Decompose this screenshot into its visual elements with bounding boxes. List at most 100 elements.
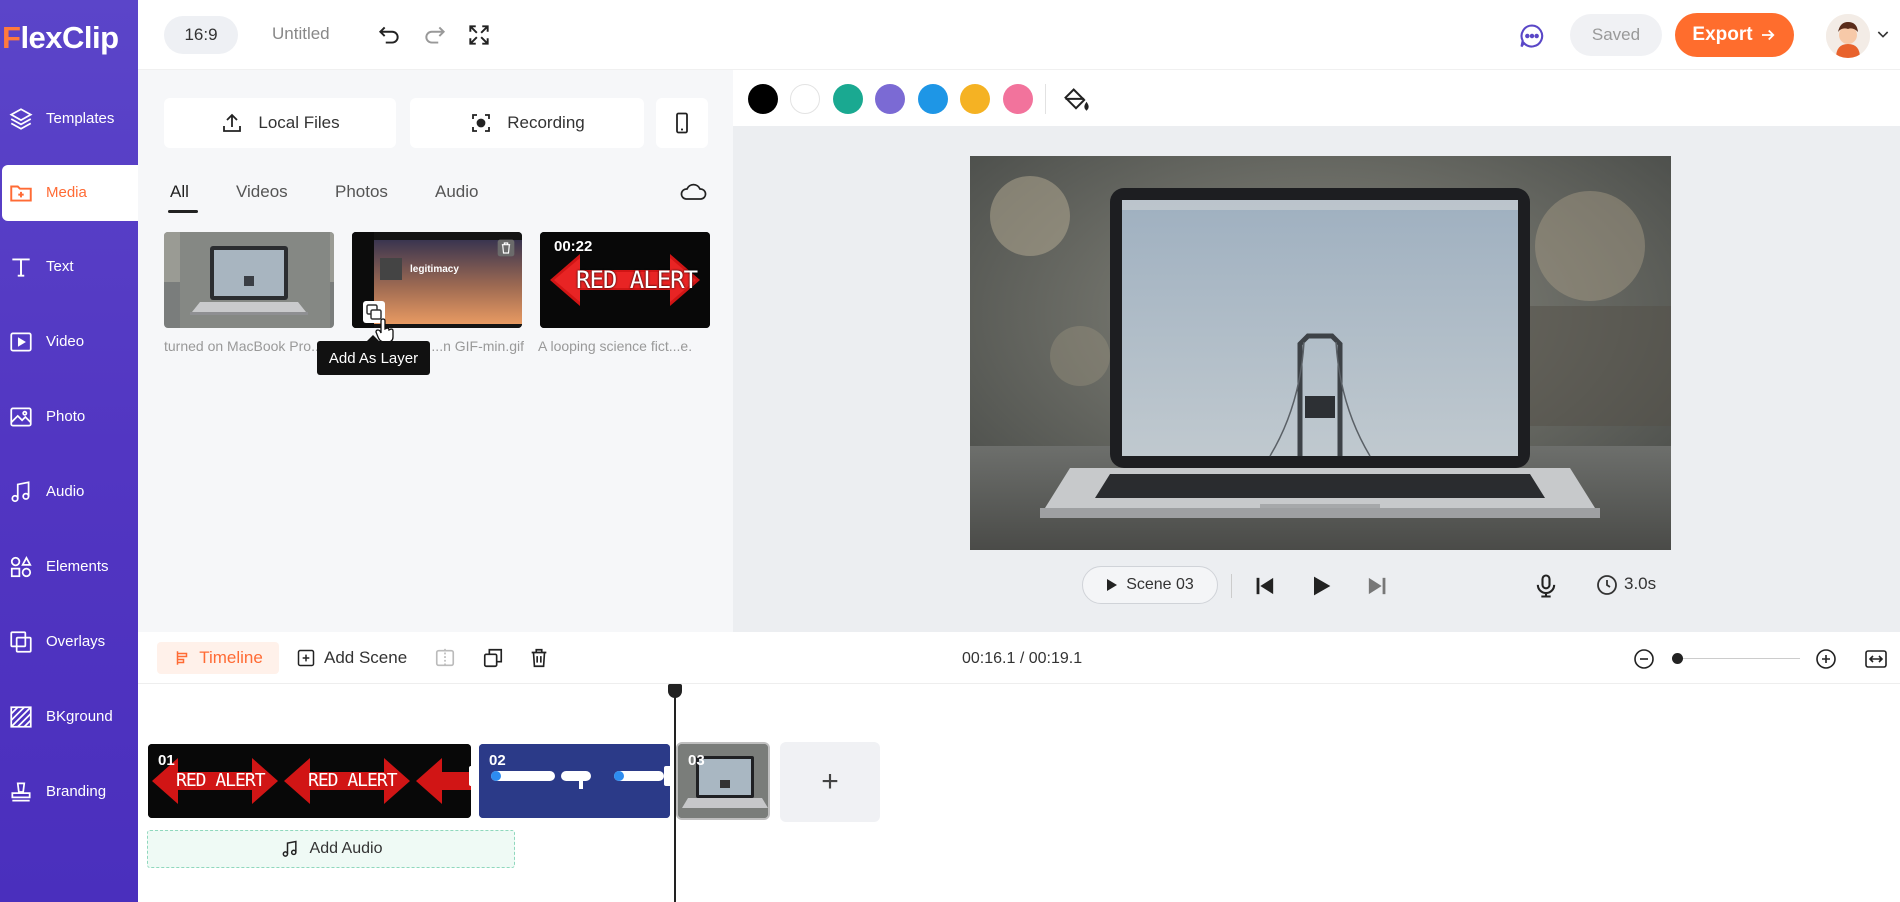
local-files-label: Local Files [258, 113, 340, 132]
sidebar-item-text[interactable]: Text [0, 239, 138, 295]
layers-icon [9, 108, 33, 130]
color-swatch-white[interactable] [790, 84, 820, 114]
undo-icon[interactable] [376, 22, 402, 48]
tab-audio[interactable]: Audio [435, 182, 478, 202]
clip-number: 01 [158, 752, 175, 769]
timeline-clip-03[interactable]: 03 [676, 742, 770, 820]
sidebar-item-label: Audio [46, 483, 85, 500]
sidebar-item-video[interactable]: Video [0, 314, 138, 370]
zoom-slider-handle[interactable] [1672, 653, 1683, 664]
redo-icon[interactable] [422, 22, 448, 48]
add-clip-button[interactable]: + [780, 742, 880, 822]
phone-icon [676, 112, 688, 134]
video-preview[interactable] [970, 156, 1671, 550]
chat-icon[interactable] [1518, 22, 1546, 50]
zoom-slider-track[interactable] [1674, 658, 1800, 659]
sidebar-item-branding[interactable]: Branding [0, 764, 138, 820]
clip-number: 02 [489, 752, 506, 769]
skip-back-icon[interactable] [1251, 572, 1279, 600]
divider [1045, 84, 1046, 114]
timeline-clip-02[interactable]: 02 [479, 744, 670, 818]
sidebar-item-elements[interactable]: Elements [0, 539, 138, 595]
sidebar-item-audio[interactable]: Audio [0, 464, 138, 520]
text-icon [12, 258, 30, 277]
duration-badge: 00:22 [554, 238, 593, 255]
media-item-red-alert[interactable]: 00:22 RED ALERT [540, 232, 710, 328]
flexclip-logo[interactable]: FlexClip [2, 20, 119, 56]
playhead-handle[interactable] [668, 684, 682, 698]
color-swatch-teal[interactable] [833, 84, 863, 114]
scene-play-button[interactable]: Scene 03 [1082, 566, 1218, 604]
sidebar-item-overlays[interactable]: Overlays [0, 614, 138, 670]
macbook-thumbnail [164, 232, 334, 328]
microphone-icon[interactable] [1532, 572, 1560, 600]
timeline-clip-01[interactable]: 01 RED ALERT RED ALERT [148, 744, 471, 818]
trash-icon[interactable] [496, 238, 516, 258]
add-scene-icon [297, 649, 315, 667]
clip-trim-handle[interactable] [469, 766, 479, 786]
color-swatch-purple[interactable] [875, 84, 905, 114]
arrow-right-icon [1761, 29, 1775, 41]
color-swatch-pink[interactable] [1003, 84, 1033, 114]
project-title[interactable]: Untitled [272, 24, 330, 44]
canvas-area: Scene 03 3.0s [733, 126, 1900, 632]
fit-width-icon[interactable] [1864, 647, 1888, 671]
add-scene-button[interactable]: Add Scene [296, 648, 407, 668]
top-toolbar: 16:9 Untitled Saved Export [138, 0, 1900, 70]
tab-videos[interactable]: Videos [236, 182, 288, 202]
local-files-button[interactable]: Local Files [164, 98, 396, 148]
active-tab-indicator [168, 210, 198, 213]
avatar[interactable] [1826, 14, 1870, 58]
split-icon[interactable] [434, 647, 456, 669]
add-scene-label: Add Scene [324, 648, 408, 667]
music-note-icon [282, 840, 297, 857]
media-item-macbook[interactable] [164, 232, 334, 328]
record-icon [472, 114, 491, 132]
color-swatch-blue[interactable] [918, 84, 948, 114]
timeline-track: 01 RED ALERT RED ALERT 02 03 + Add Audio [138, 684, 1900, 902]
tab-photos[interactable]: Photos [335, 182, 388, 202]
time-display: 00:16.1 / 00:19.1 [962, 650, 1083, 667]
clip-text: RED ALERT [308, 770, 398, 791]
recording-button[interactable]: Recording [410, 98, 644, 148]
playhead[interactable] [674, 684, 676, 902]
fullscreen-icon[interactable] [466, 22, 492, 48]
clock-icon [1597, 575, 1617, 595]
scene-duration[interactable]: 3.0s [1624, 574, 1656, 594]
add-audio-button[interactable]: Add Audio [147, 830, 515, 868]
timeline-button[interactable]: Timeline [157, 642, 279, 674]
scene-label: Scene 03 [1126, 576, 1194, 593]
paint-bucket-icon[interactable] [1062, 86, 1090, 114]
color-toolbar [738, 70, 1900, 126]
skip-forward-icon[interactable] [1363, 572, 1391, 600]
zoom-in-icon[interactable] [1814, 647, 1838, 671]
media-caption: turned on MacBook Pro... [164, 338, 323, 354]
add-as-layer-tooltip: Add As Layer [317, 335, 430, 375]
play-icon[interactable] [1307, 572, 1335, 600]
phone-upload-button[interactable] [656, 98, 708, 148]
delete-icon[interactable] [528, 647, 550, 669]
background-icon [10, 706, 32, 728]
play-small-icon [1107, 579, 1118, 591]
upload-icon [223, 113, 242, 132]
media-item-gif[interactable]: legitimacy [352, 232, 522, 328]
color-swatch-yellow[interactable] [960, 84, 990, 114]
sidebar-item-label: Branding [46, 783, 107, 800]
duplicate-icon[interactable] [482, 647, 504, 669]
export-button[interactable]: Export [1675, 13, 1794, 57]
cloud-icon[interactable] [678, 180, 708, 204]
divider [1231, 574, 1232, 598]
add-audio-label: Add Audio [309, 840, 383, 857]
clip-trim-handle[interactable] [664, 766, 674, 786]
clip-number: 03 [688, 752, 705, 769]
zoom-out-icon[interactable] [1632, 647, 1656, 671]
color-swatch-black[interactable] [748, 84, 778, 114]
aspect-ratio-button[interactable]: 16:9 [164, 16, 238, 54]
sidebar-item-templates[interactable]: Templates [0, 91, 138, 147]
tab-all[interactable]: All [170, 182, 189, 202]
chevron-down-icon[interactable] [1875, 26, 1891, 42]
sidebar-item-media[interactable]: Media [2, 165, 138, 221]
sidebar-item-bkground[interactable]: BKground [0, 689, 138, 745]
sidebar-item-photo[interactable]: Photo [0, 389, 138, 445]
overlays-icon [10, 631, 32, 653]
